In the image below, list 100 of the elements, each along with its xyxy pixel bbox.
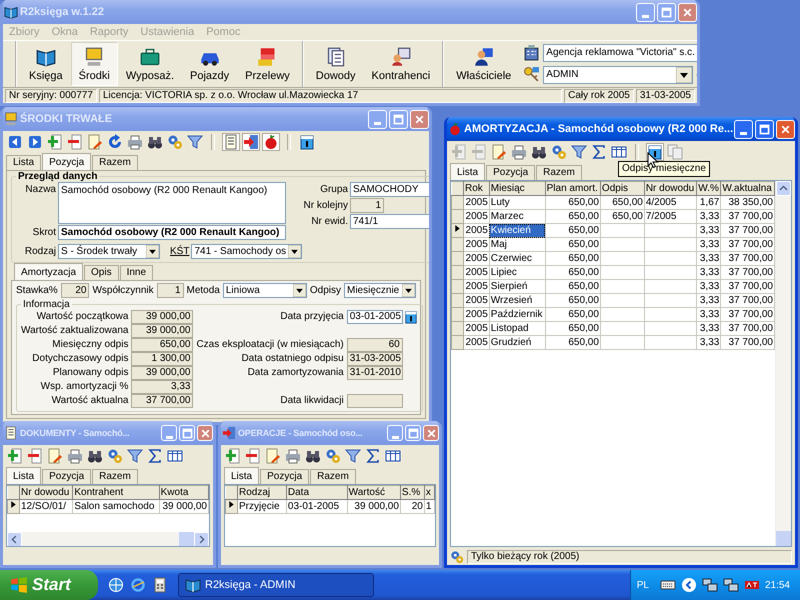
calendar-icon[interactable] bbox=[404, 310, 418, 324]
gears-icon[interactable] bbox=[325, 448, 341, 464]
text-field[interactable]: 39 000,00 bbox=[131, 324, 194, 338]
columns-icon[interactable] bbox=[611, 144, 627, 160]
printer-icon[interactable] bbox=[511, 144, 527, 160]
toolbar-button[interactable]: Przelewy bbox=[237, 42, 298, 86]
text-field[interactable]: 1 bbox=[350, 198, 384, 213]
document-plus-icon[interactable] bbox=[7, 448, 23, 464]
tab[interactable]: Pozycja bbox=[42, 469, 92, 484]
document-minus-icon[interactable] bbox=[245, 448, 261, 464]
chevron-icon[interactable] bbox=[680, 577, 697, 593]
scrollbar[interactable] bbox=[7, 532, 209, 546]
printer-icon[interactable] bbox=[127, 134, 143, 150]
row-header[interactable] bbox=[226, 500, 238, 514]
column-header[interactable]: Miesiąc bbox=[489, 182, 546, 196]
sigma-icon[interactable] bbox=[365, 448, 381, 464]
maximize-button[interactable] bbox=[389, 110, 408, 128]
column-header[interactable]: S.% bbox=[400, 486, 424, 500]
column-header[interactable]: Kwota bbox=[159, 486, 208, 500]
text-field[interactable]: 03-01-2005 bbox=[346, 310, 403, 324]
minimize-button[interactable] bbox=[734, 120, 753, 138]
column-header[interactable]: Kontrahent bbox=[72, 486, 160, 500]
maximize-button[interactable] bbox=[179, 425, 195, 441]
columns-icon[interactable] bbox=[167, 448, 183, 464]
column-header[interactable]: W.% bbox=[696, 182, 721, 196]
text-field[interactable]: 39 000,00 bbox=[131, 366, 194, 380]
tab[interactable]: Amortyzacja bbox=[14, 263, 84, 280]
gears-icon[interactable] bbox=[551, 144, 567, 160]
dropdown[interactable]: SAMOCHODY bbox=[350, 182, 429, 197]
toolbar-button[interactable]: Dowody bbox=[308, 42, 364, 86]
ring-icon[interactable] bbox=[130, 577, 146, 593]
text-area[interactable]: Samochód osobowy (R2 000 Renault Kangoo) bbox=[58, 182, 286, 224]
column-header[interactable]: Nr dowodu bbox=[644, 182, 697, 196]
column-header[interactable]: Rodzaj bbox=[238, 486, 286, 500]
calendar-icon[interactable] bbox=[299, 134, 315, 150]
dropdown[interactable]: S - Środek trwały bbox=[58, 244, 160, 259]
minimize-button[interactable] bbox=[161, 425, 177, 441]
language-indicator[interactable]: PL bbox=[636, 580, 649, 590]
scroll-thumb[interactable] bbox=[179, 532, 194, 546]
tab[interactable]: Razem bbox=[536, 165, 582, 180]
text-field[interactable] bbox=[346, 394, 403, 408]
tab[interactable]: Razem bbox=[92, 155, 138, 170]
sigma-icon[interactable] bbox=[591, 144, 607, 160]
minimize-button[interactable] bbox=[368, 110, 387, 128]
document-minus-icon[interactable] bbox=[67, 134, 83, 150]
binoculars-icon[interactable] bbox=[531, 144, 547, 160]
text-field[interactable]: 1 300,00 bbox=[131, 352, 194, 366]
printer-icon[interactable] bbox=[67, 448, 83, 464]
funnel-icon[interactable] bbox=[345, 448, 361, 464]
minimize-button[interactable] bbox=[387, 425, 403, 441]
text-field[interactable]: 20 bbox=[60, 283, 90, 298]
text-field[interactable]: 741/1 bbox=[350, 214, 429, 229]
globe-icon[interactable] bbox=[108, 577, 124, 593]
tab[interactable]: Pozycja bbox=[260, 469, 310, 484]
text-field[interactable]: 1 bbox=[156, 283, 184, 298]
columns-icon[interactable] bbox=[385, 448, 401, 464]
document-plus-icon[interactable] bbox=[225, 448, 241, 464]
text-field[interactable]: 37 700,00 bbox=[131, 394, 194, 408]
toolbar-button[interactable]: Wyposaż. bbox=[118, 42, 182, 86]
sigma-icon[interactable] bbox=[147, 448, 163, 464]
printer-icon[interactable] bbox=[285, 448, 301, 464]
start-button[interactable]: Start bbox=[0, 570, 98, 600]
scroll-thumb[interactable] bbox=[776, 531, 791, 546]
toolbar-button[interactable]: Pojazdy bbox=[182, 42, 238, 86]
toolbar-button[interactable]: Kontrahenci bbox=[364, 42, 438, 86]
tab[interactable]: Razem bbox=[310, 469, 356, 484]
column-header[interactable]: Rok bbox=[464, 182, 490, 196]
tab[interactable]: Inne bbox=[120, 265, 154, 280]
column-header[interactable]: Wartość bbox=[347, 486, 400, 500]
document-minus-icon[interactable] bbox=[27, 448, 43, 464]
column-header[interactable]: Plan amort. bbox=[545, 182, 600, 196]
funnel-icon[interactable] bbox=[571, 144, 587, 160]
close-button[interactable] bbox=[410, 110, 429, 128]
toolbar-button[interactable]: Księga bbox=[21, 42, 71, 86]
tab[interactable]: Pozycja bbox=[486, 165, 536, 180]
tab[interactable]: Lista bbox=[6, 155, 42, 170]
document-icon[interactable] bbox=[223, 134, 239, 150]
text-field[interactable]: 650,00 bbox=[131, 338, 194, 352]
funnel-icon[interactable] bbox=[127, 448, 143, 464]
text-field[interactable]: 60 bbox=[346, 338, 403, 352]
document-pencil-icon[interactable] bbox=[47, 448, 63, 464]
funnel-icon[interactable] bbox=[187, 134, 203, 150]
dropdown[interactable]: Agencja reklamowa "Victoria" s.c. bbox=[543, 44, 697, 62]
binoculars-icon[interactable] bbox=[147, 134, 163, 150]
taskbar-button[interactable]: R2księga - ADMIN bbox=[178, 573, 374, 597]
text-field[interactable]: Samochód osobowy (R2 000 Renault Kangoo) bbox=[58, 225, 286, 240]
refresh-icon[interactable] bbox=[107, 134, 123, 150]
gears-icon[interactable] bbox=[167, 134, 183, 150]
tab[interactable]: Pozycja bbox=[42, 153, 92, 170]
maximize-button[interactable] bbox=[405, 425, 421, 441]
document-pencil-icon[interactable] bbox=[491, 144, 507, 160]
calculator-icon[interactable] bbox=[152, 577, 168, 593]
maximize-button[interactable] bbox=[755, 120, 774, 138]
document-pencil-icon[interactable] bbox=[265, 448, 281, 464]
close-button[interactable] bbox=[776, 120, 795, 138]
close-button[interactable] bbox=[678, 2, 697, 22]
dropdown[interactable]: Miesięcznie bbox=[344, 283, 416, 298]
column-header[interactable]: x bbox=[424, 486, 434, 500]
column-header[interactable]: Nr dowodu bbox=[20, 486, 73, 500]
text-field[interactable]: 39 000,00 bbox=[131, 310, 194, 324]
